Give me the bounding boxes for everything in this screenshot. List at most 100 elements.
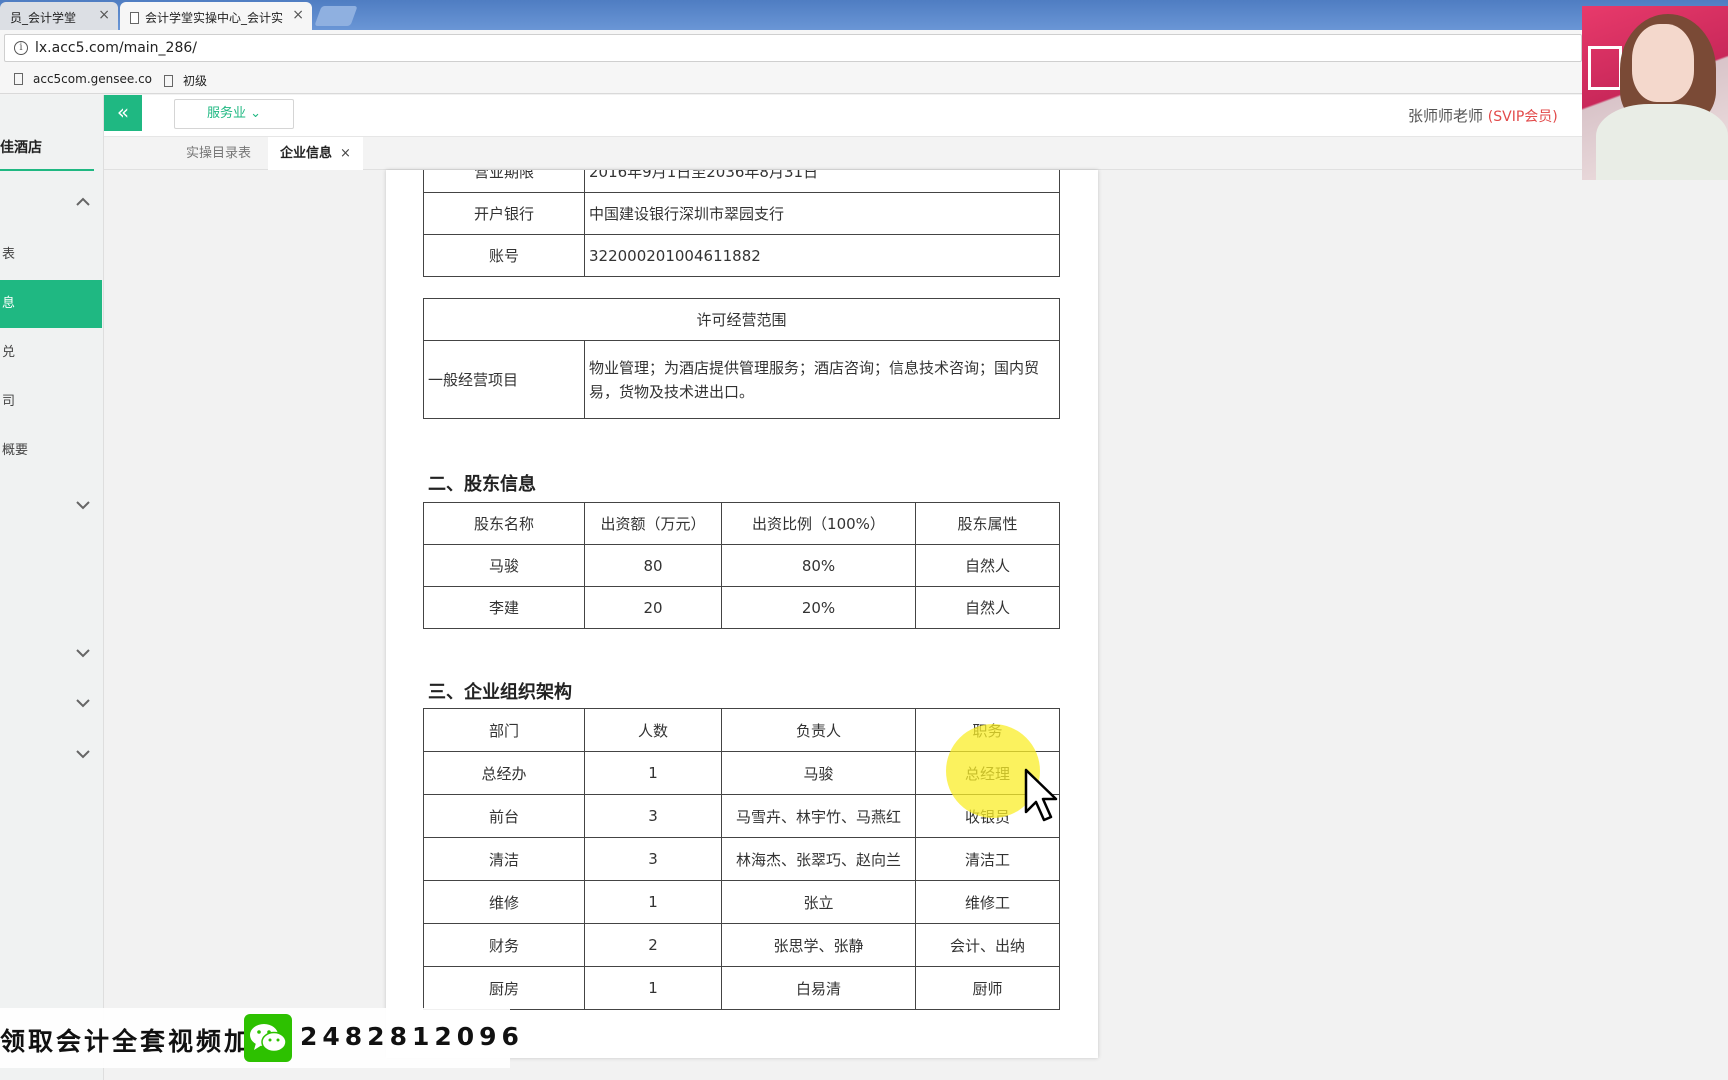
table-cell: 马骏 [423,544,585,587]
user-info[interactable]: 张师师老师 (SVIP会员) [1408,105,1558,126]
shareholder-table: 股东名称 出资额（万元） 出资比例（100%） 股东属性 马骏 80 80% 自… [423,502,1060,629]
double-chevron-left-icon: « [116,100,130,124]
table-cell: 维修 [423,880,585,924]
bookmark-label: acc5com.gensee.co [33,72,153,86]
table-cell: 80 [584,544,722,587]
table-cell: 清洁工 [915,837,1060,881]
column-header: 出资额（万元） [584,502,722,545]
table-row: 许可经营范围 [423,298,1060,341]
sidebar-item[interactable]: 司 [0,378,102,426]
industry-label: 服务业 [206,106,246,121]
table-cell: 80% [721,544,916,587]
row-label: 一般经营项目 [423,340,585,419]
table-cell: 1 [584,880,722,924]
table-cell: 20% [721,586,916,629]
scope-title: 许可经营范围 [423,298,1060,341]
url-input[interactable]: i lx.acc5.com/main_286/ [4,34,1582,62]
webcam-overlay [1582,6,1728,180]
row-value: 322000201004611882 [584,234,1060,277]
row-label: 营业期限 [423,170,585,193]
sidebar-item[interactable]: 概要 [0,427,102,475]
doc-icon [14,73,23,85]
table-row: 一般经营项目 物业管理；为酒店提供管理服务；酒店咨询；信息技术咨询；国内贸易，货… [423,340,1060,419]
table-header-row: 股东名称 出资额（万元） 出资比例（100%） 股东属性 [423,502,1060,545]
industry-dropdown[interactable]: 服务业 ⌄ [174,99,294,129]
cursor-icon [1024,768,1058,822]
chevron-down-icon[interactable] [76,747,90,763]
table-row: 马骏 80 80% 自然人 [423,544,1060,587]
table-row: 清洁 3 林海杰、张翠巧、赵向兰 清洁工 [423,837,1060,881]
address-bar: i lx.acc5.com/main_286/ [0,30,1728,66]
company-underline [0,169,94,171]
sidebar-item[interactable]: 兑 [0,329,102,377]
close-icon[interactable]: × [98,7,110,23]
browser-tab-bar: 员_会计学堂 × 会计学堂实操中心_会计实 × [0,0,1728,30]
doc-icon [130,12,139,24]
bookmark-item[interactable]: 初级 [164,72,207,89]
table-cell: 财务 [423,923,585,967]
bookmark-label: 初级 [183,74,208,88]
column-header: 人数 [584,708,722,752]
presenter-face [1632,24,1694,102]
background-shelf [1588,46,1622,90]
table-row: 李建 20 20% 自然人 [423,586,1060,629]
sidebar-item-label: 概要 [2,443,29,458]
new-tab-button[interactable] [314,6,358,26]
table-cell: 自然人 [915,586,1060,629]
browser-tab-2[interactable]: 会计学堂实操中心_会计实 × [120,2,312,30]
sidebar-item[interactable]: 表 [0,231,102,279]
table-cell: 20 [584,586,722,629]
table-cell: 维修工 [915,880,1060,924]
user-name: 张师师老师 [1408,107,1484,125]
chevron-down-icon[interactable] [76,696,90,712]
table-row: 营业期限 2016年9月1日至2036年8月31日 [423,170,1060,193]
promo-text: 领取会计全套视频加 [0,1027,253,1056]
table-cell: 清洁 [423,837,585,881]
browser-tab-1[interactable]: 员_会计学堂 × [0,2,118,30]
table-cell: 1 [584,751,722,795]
row-label: 开户银行 [423,192,585,235]
browser-tab-title: 员_会计学堂 [10,11,77,25]
chevron-down-icon[interactable] [76,646,90,662]
bookmarks-bar: acc5com.gensee.co 初级 [0,66,1728,94]
section-title-shareholders: 二、股东信息 [428,474,536,495]
close-icon[interactable]: × [340,146,351,161]
table-cell: 张立 [721,880,916,924]
sidebar: 佳酒店 表 息 兑 司 概要 [0,95,104,1080]
table-row: 账号 322000201004611882 [423,234,1060,277]
table-cell: 厨房 [423,966,585,1010]
table-cell: 马雪卉、林宇竹、马燕红 [721,794,916,838]
section-title-organization: 三、企业组织架构 [428,682,572,703]
chevron-down-icon[interactable] [76,498,90,514]
table-cell: 总经办 [423,751,585,795]
column-header: 部门 [423,708,585,752]
table-cell: 马骏 [721,751,916,795]
column-header: 股东名称 [423,502,585,545]
row-value: 中国建设银行深圳市翠园支行 [584,192,1060,235]
sidebar-item-label: 兑 [2,345,16,360]
sidebar-item-label: 司 [2,394,16,409]
tab-label: 企业信息 [280,146,333,161]
tab-catalog[interactable]: 实操目录表 [174,137,263,170]
tab-company-info[interactable]: 企业信息 × [268,137,363,170]
collapse-sidebar-button[interactable]: « [104,95,142,131]
close-icon[interactable]: × [292,7,304,23]
table-cell: 张思学、张静 [721,923,916,967]
svip-badge: (SVIP会员) [1487,109,1558,125]
table-cell: 林海杰、张翠巧、赵向兰 [721,837,916,881]
wechat-icon [244,1014,292,1062]
sidebar-item-label: 表 [2,247,16,262]
column-header: 出资比例（100%） [721,502,916,545]
tab-label: 实操目录表 [186,146,252,161]
table-cell: 1 [584,966,722,1010]
row-value: 物业管理；为酒店提供管理服务；酒店咨询；信息技术咨询；国内贸易，货物及技术进出口… [584,340,1060,419]
table-cell: 3 [584,837,722,881]
promo-banner: 领取会计全套视频加 2482812096 [0,1008,519,1068]
info-icon[interactable]: i [14,41,28,55]
doc-icon [164,75,173,87]
column-header: 股东属性 [915,502,1060,545]
sidebar-item-active[interactable]: 息 [0,280,102,328]
chevron-up-icon[interactable] [76,195,90,211]
bookmark-item[interactable]: acc5com.gensee.co [14,72,152,86]
sidebar-item-label: 息 [2,296,16,311]
